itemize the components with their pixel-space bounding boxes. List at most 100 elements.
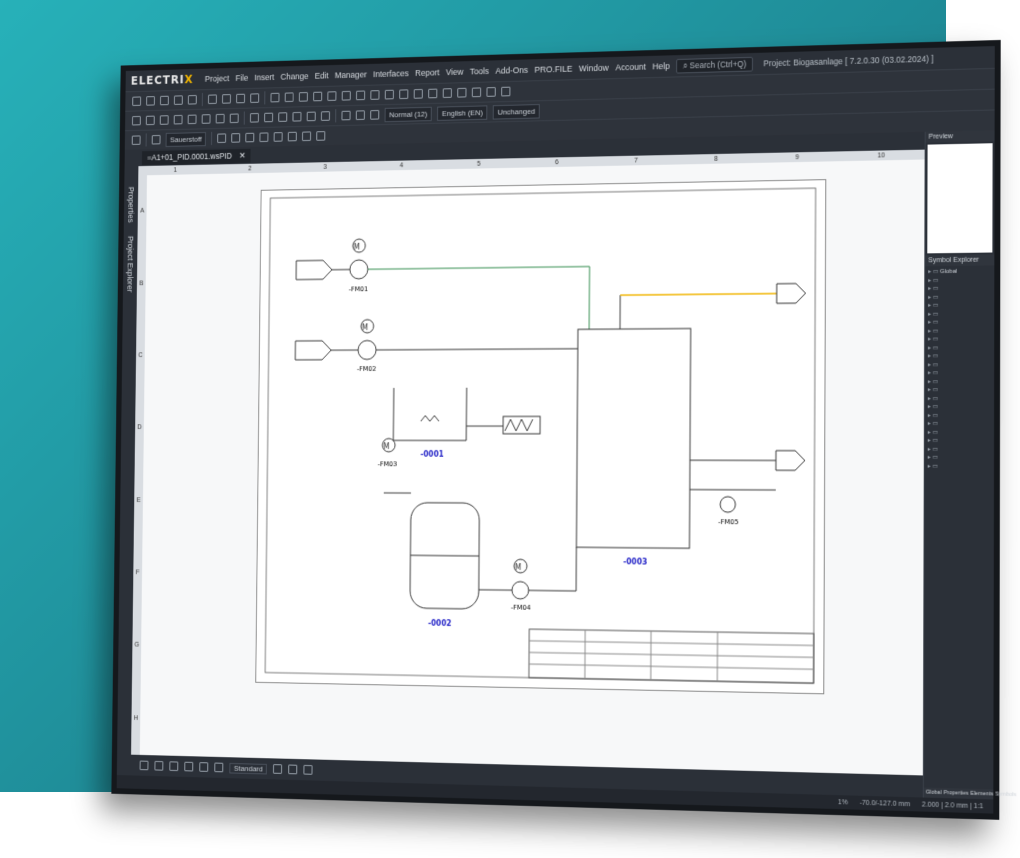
pid-diagram[interactable]: M -FM01 M -FM02 -0001 M -FM03 -0003 -FM0… [256,180,825,693]
image-icon[interactable] [229,113,239,124]
save-icon[interactable] [160,95,169,106]
zoom-out-icon[interactable] [303,764,313,775]
menu-view[interactable]: View [446,67,464,77]
junction-icon[interactable] [306,111,316,122]
tank-0001[interactable] [393,388,466,441]
first-page-icon[interactable] [222,94,231,104]
properties-icon[interactable] [131,135,141,145]
tree-item[interactable] [928,403,991,412]
tree-item[interactable] [928,378,991,387]
open-folder-icon[interactable] [146,96,155,106]
report-icon[interactable] [486,87,496,97]
menu-tools[interactable]: Tools [470,66,489,76]
layer-icon[interactable] [442,88,452,98]
tab-project-explorer[interactable]: Project Explorer [126,236,135,292]
menu-report[interactable]: Report [415,68,440,78]
paste-icon[interactable] [327,91,337,101]
tree-item[interactable] [928,445,991,454]
menu-window[interactable]: Window [579,63,609,73]
tree-item[interactable] [928,352,991,361]
cut-icon[interactable] [298,92,308,102]
connection-icon[interactable] [249,113,259,123]
panel-tab[interactable]: Global [926,790,942,796]
zoom-fit-icon[interactable] [370,90,380,100]
ungroup-icon[interactable] [316,131,326,141]
align-center-icon[interactable] [355,110,365,121]
standard-select[interactable]: Standard [229,762,268,774]
zoom-out-icon[interactable] [356,90,366,101]
tree-item[interactable] [928,428,991,436]
tab-properties[interactable]: Properties [126,187,135,223]
panel-tab[interactable]: Elements [970,791,993,798]
line-type-icon[interactable] [217,133,227,143]
tree-item[interactable] [928,437,991,446]
settings-icon[interactable] [501,86,511,97]
cross-reference-icon[interactable] [471,87,482,98]
redraw-icon[interactable] [399,89,409,100]
menu-file[interactable]: File [235,73,248,83]
menu-interfaces[interactable]: Interfaces [373,69,409,79]
menu-edit[interactable]: Edit [315,71,329,81]
tree-item[interactable] [928,462,991,471]
tree-item[interactable] [928,344,991,353]
previous-page-icon[interactable] [208,94,217,105]
snap-icon[interactable] [169,761,179,772]
grid-icon[interactable] [139,760,149,771]
panel-tab[interactable]: Symbols [995,791,1016,798]
new-file-icon[interactable] [132,96,142,106]
pump-symbol[interactable] [350,260,368,279]
menu-insert[interactable]: Insert [254,72,274,82]
fill-icon[interactable] [273,132,283,142]
undo-icon[interactable] [270,92,280,103]
color-icon[interactable] [214,762,224,773]
flow-direction-icon[interactable] [292,111,302,122]
tree-item[interactable] [928,386,991,395]
ortho-icon[interactable] [154,760,164,771]
menu-project[interactable]: Project [205,74,230,84]
pipe-icon[interactable] [264,112,274,123]
close-icon[interactable]: ✕ [239,150,245,160]
line-icon[interactable] [159,115,169,125]
tree-item[interactable] [928,454,991,463]
drawing-canvas[interactable]: M -FM01 M -FM02 -0001 M -FM03 -0003 -FM0… [139,159,925,776]
layer-select[interactable]: Unchanged [492,103,540,120]
drawing-sheet[interactable]: M -FM01 M -FM02 -0001 M -FM03 -0003 -FM0… [255,179,827,695]
menu-change[interactable]: Change [281,71,309,81]
group-icon[interactable] [302,131,312,142]
align-left-icon[interactable] [341,110,351,121]
tree-item[interactable] [928,395,991,404]
measure-icon[interactable] [184,761,194,772]
snap-icon[interactable] [428,88,438,99]
arrow-end-icon[interactable] [259,132,269,143]
menu-profile[interactable]: PRO.FILE [535,64,573,75]
save-all-icon[interactable] [173,95,183,105]
pump-symbol[interactable] [358,340,376,359]
menu-help[interactable]: Help [652,61,669,71]
arrow-start-icon[interactable] [245,132,255,143]
arc-icon[interactable] [201,114,211,124]
next-page-icon[interactable] [250,93,260,103]
symbol-icon[interactable] [457,87,467,98]
valve-icon[interactable] [278,112,288,122]
zoom-in-icon[interactable] [288,764,298,775]
print-icon[interactable] [187,95,197,105]
break-icon[interactable] [320,111,330,121]
format-select[interactable]: Normal (12) [384,106,432,122]
rectangle-icon[interactable] [173,114,183,125]
tank-0003[interactable] [576,329,690,549]
pump-symbol[interactable] [512,581,529,599]
circle-icon[interactable] [187,114,197,125]
panel-tab[interactable]: Properties [944,790,969,797]
redo-icon[interactable] [284,92,294,103]
grid-icon[interactable] [413,88,423,99]
menu-account[interactable]: Account [615,62,646,72]
preview-thumbnail[interactable] [927,143,993,254]
polyline-icon[interactable] [215,113,225,124]
search-box[interactable]: ⌕ Search (Ctrl+Q) [676,56,754,74]
medium-select[interactable]: Sauerstoff [165,131,207,147]
page-icon[interactable] [273,764,283,774]
tree-item[interactable] [928,412,991,421]
hatch-icon[interactable] [288,131,298,142]
language-select[interactable]: English (EN) [437,104,488,121]
last-page-icon[interactable] [236,93,246,104]
